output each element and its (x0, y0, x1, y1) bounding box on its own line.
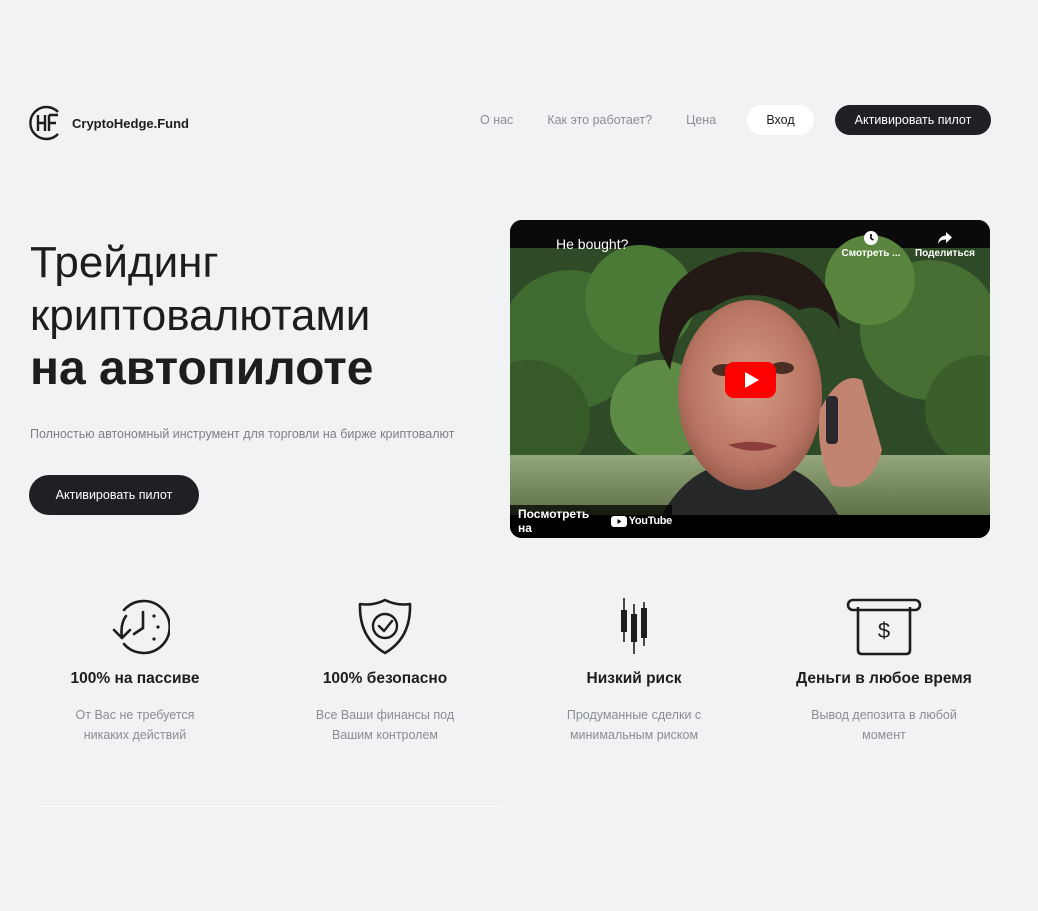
youtube-logo: YouTube (610, 515, 673, 527)
hero-title-line-3: на автопилоте (30, 342, 374, 395)
youtube-logo-icon (610, 515, 627, 527)
clock-history-icon (112, 599, 170, 655)
share-icon (938, 232, 952, 244)
watch-later-label: Смотреть ... (841, 248, 901, 259)
hero-title-line-2: криптовалютами (30, 291, 371, 340)
candlestick-icon (621, 598, 647, 654)
hero-title-line-1: Трейдинг (30, 238, 219, 287)
watch-on-youtube-button[interactable]: Посмотреть на YouTube (510, 505, 672, 537)
share-label: Поделиться (914, 248, 975, 259)
login-button[interactable]: Вход (747, 105, 814, 135)
feature-low-risk-title: Низкий риск (586, 670, 682, 687)
nav-item-price[interactable]: Цена (686, 113, 716, 127)
brand-name: CryptoHedge.Fund (72, 115, 189, 131)
hero-title: Трейдинг криптовалютами на автопилоте (30, 236, 373, 396)
feature-passive-title: 100% на пассиве (70, 670, 200, 687)
clock-icon (864, 231, 878, 245)
activate-pilot-button-header[interactable]: Активировать пилот (835, 105, 991, 135)
feature-low-risk-description: Продуманные сделки с минимальным риском (566, 708, 702, 742)
feature-safe-title: 100% безопасно (322, 670, 448, 687)
hero-subtitle: Полностью автономный инструмент для торг… (30, 427, 455, 441)
section-divider (40, 806, 500, 807)
feature-anytime-title: Деньги в любое время (796, 670, 972, 687)
feature-anytime-description: Вывод депозита в любой момент (811, 708, 957, 742)
feature-low-risk: Низкий риск Продуманные сделки с минимал… (514, 592, 754, 745)
activate-pilot-button-hero[interactable]: Активировать пилот (29, 475, 199, 515)
svg-text:$: $ (878, 618, 890, 643)
watch-on-label: Посмотреть на (518, 507, 590, 535)
feature-passive-description: От Вас не требуется никаких действий (75, 708, 195, 742)
main-nav: О нас Как это работает? Цена (480, 105, 750, 135)
shield-check-icon (358, 598, 412, 655)
feature-anytime: $ Деньги в любое время Вывод депозита в … (764, 592, 1004, 745)
cash-withdraw-icon: $ (846, 598, 922, 656)
feature-passive: 100% на пассиве От Вас не требуется ника… (15, 592, 255, 745)
feature-safe: 100% безопасно Все Ваши финансы под Ваши… (265, 592, 505, 745)
play-icon[interactable] (725, 362, 776, 398)
site-header: CryptoHedge.Fund О нас Как это работает?… (0, 0, 1038, 240)
nav-item-how-it-works[interactable]: Как это работает? (547, 113, 652, 127)
share-button[interactable]: Поделиться (912, 230, 978, 259)
video-title[interactable]: He bought? (556, 236, 628, 252)
youtube-video-embed[interactable]: He bought? Смотреть ... Поделиться Посмо… (510, 220, 990, 538)
brand-logo[interactable]: CryptoHedge.Fund (28, 104, 189, 142)
youtube-logo-text: YouTube (628, 515, 673, 527)
brand-logo-mark (29, 105, 59, 141)
nav-item-about[interactable]: О нас (480, 113, 513, 127)
feature-safe-description: Все Ваши финансы под Вашим контролем (315, 708, 455, 742)
watch-later-button[interactable]: Смотреть ... (840, 230, 902, 259)
